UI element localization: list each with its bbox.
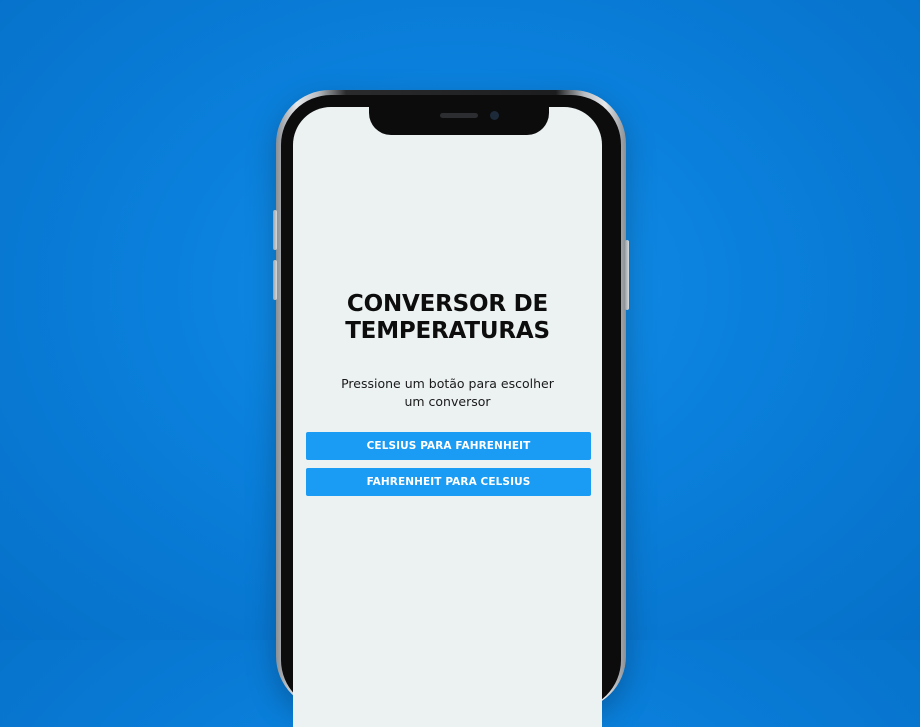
power-button <box>625 240 629 310</box>
phone-frame: CONVERSOR DE TEMPERATURAS Pressione um b… <box>273 90 629 727</box>
instruction-text: Pressione um botão para escolher um conv… <box>341 376 554 409</box>
page-title: CONVERSOR DE TEMPERATURAS <box>345 291 550 344</box>
fahrenheit-to-celsius-button[interactable]: FAHRENHEIT PARA CELSIUS <box>306 468 591 496</box>
phone-screen: CONVERSOR DE TEMPERATURAS Pressione um b… <box>293 107 602 727</box>
speaker-grille <box>440 113 478 118</box>
volume-down-button <box>273 260 277 300</box>
volume-up-button <box>273 210 277 250</box>
celsius-to-fahrenheit-button[interactable]: CELSIUS PARA FAHRENHEIT <box>306 432 591 460</box>
front-camera <box>490 111 499 120</box>
notch <box>369 107 549 135</box>
